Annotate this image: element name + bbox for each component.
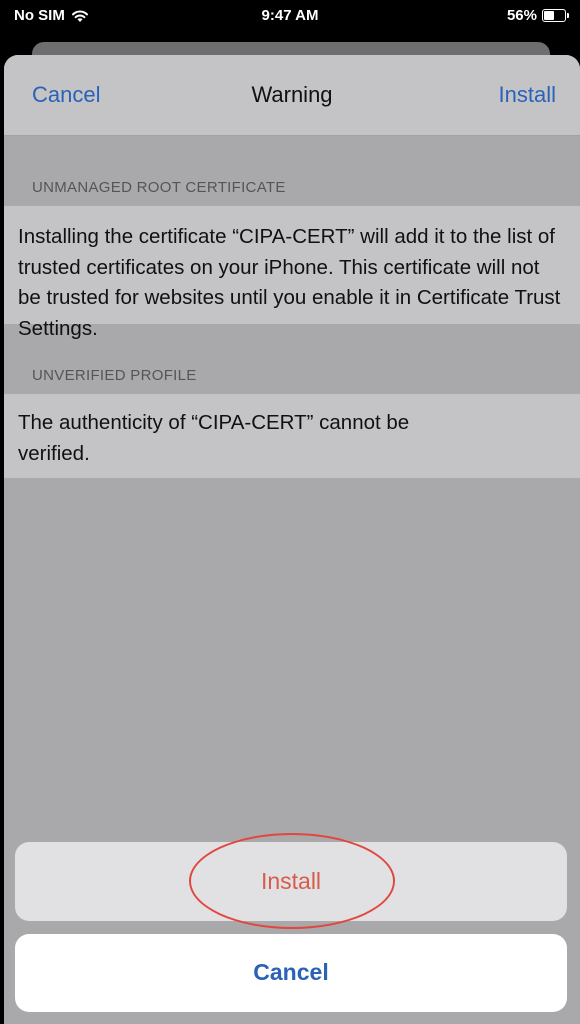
battery-percent: 56%: [506, 7, 537, 24]
section-header-label: UNVERIFIED PROFILE: [32, 367, 197, 384]
section-header-unverified-profile: UNVERIFIED PROFILE: [4, 324, 580, 394]
status-time: 9:47 AM: [261, 7, 319, 24]
action-install-button[interactable]: Install: [15, 833, 567, 929]
status-right: 56%: [506, 7, 569, 24]
status-bar: No SIM 9:47 AM 56%: [0, 0, 580, 32]
section-header-label: UNMANAGED ROOT CERTIFICATE: [32, 179, 286, 196]
highlight-circle-annotation: [189, 833, 395, 929]
action-cancel-label: Cancel: [253, 959, 329, 985]
section-body-root-certificate: Installing the certificate “CIPA-CERT” w…: [4, 206, 580, 340]
section-header-root-certificate: UNMANAGED ROOT CERTIFICATE: [4, 136, 580, 206]
battery-nub: [567, 13, 569, 18]
nav-bar: Cancel Warning Install: [4, 55, 580, 136]
action-cancel-button[interactable]: Cancel: [15, 934, 567, 1012]
nav-install-button[interactable]: Install: [499, 82, 556, 108]
battery-icon: [542, 9, 569, 22]
nav-title: Warning: [251, 82, 333, 107]
section-body-unverified-profile: The authenticity of “CIPA-CERT” cannot b…: [4, 394, 580, 478]
battery-fill: [544, 11, 555, 20]
